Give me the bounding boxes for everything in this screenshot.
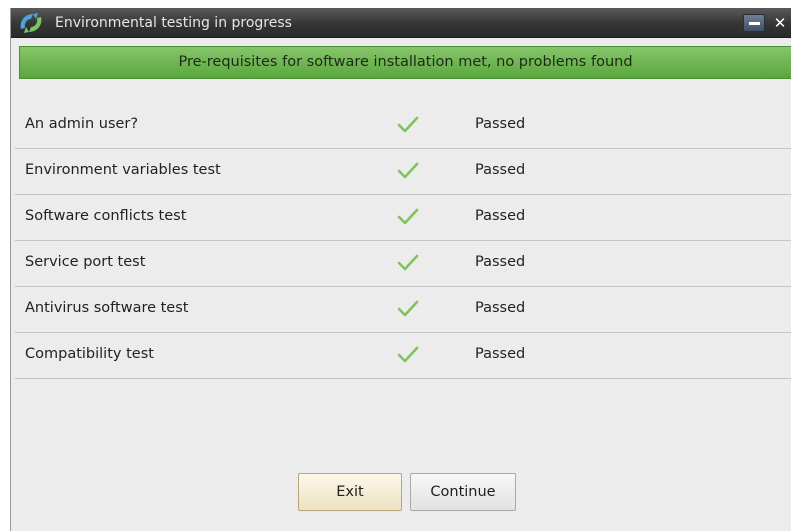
check-label: An admin user? (25, 116, 139, 132)
status-banner: Pre-requisites for software installation… (19, 46, 791, 79)
check-icon (397, 300, 419, 317)
status-banner-message: Pre-requisites for software installation… (178, 54, 633, 70)
installer-window: Environmental testing in progress ✕ Pre-… (10, 8, 791, 531)
check-icon (397, 208, 419, 225)
close-icon: ✕ (773, 14, 787, 32)
check-label: Software conflicts test (25, 208, 187, 224)
check-row-software-conflicts: Software conflicts test Passed (15, 195, 791, 241)
check-label: Antivirus software test (25, 300, 189, 316)
check-row-service-port: Service port test Passed (15, 241, 791, 287)
exit-button[interactable]: Exit (298, 473, 402, 511)
check-icon (397, 162, 419, 179)
check-label: Environment variables test (25, 162, 221, 178)
close-button[interactable]: ✕ (768, 14, 791, 32)
check-status: Passed (475, 116, 526, 132)
check-icon (397, 254, 419, 271)
check-label: Service port test (25, 254, 146, 270)
app-logo-icon (20, 13, 42, 33)
check-row-antivirus-software: Antivirus software test Passed (15, 287, 791, 333)
check-status: Passed (475, 162, 526, 178)
check-status: Passed (475, 254, 526, 270)
check-label: Compatibility test (25, 346, 154, 362)
check-row-compatibility: Compatibility test Passed (15, 333, 791, 379)
check-icon (397, 116, 419, 133)
check-status: Passed (475, 208, 526, 224)
window-title: Environmental testing in progress (55, 15, 292, 31)
check-status: Passed (475, 346, 526, 362)
title-bar[interactable]: Environmental testing in progress ✕ (11, 8, 791, 38)
check-row-environment-variables: Environment variables test Passed (15, 149, 791, 195)
check-list: An admin user? Passed Environment variab… (15, 103, 791, 379)
minimize-icon (749, 22, 760, 25)
check-row-admin-user: An admin user? Passed (15, 103, 791, 149)
check-icon (397, 346, 419, 363)
continue-button[interactable]: Continue (410, 473, 516, 511)
minimize-button[interactable] (743, 14, 765, 32)
check-status: Passed (475, 300, 526, 316)
